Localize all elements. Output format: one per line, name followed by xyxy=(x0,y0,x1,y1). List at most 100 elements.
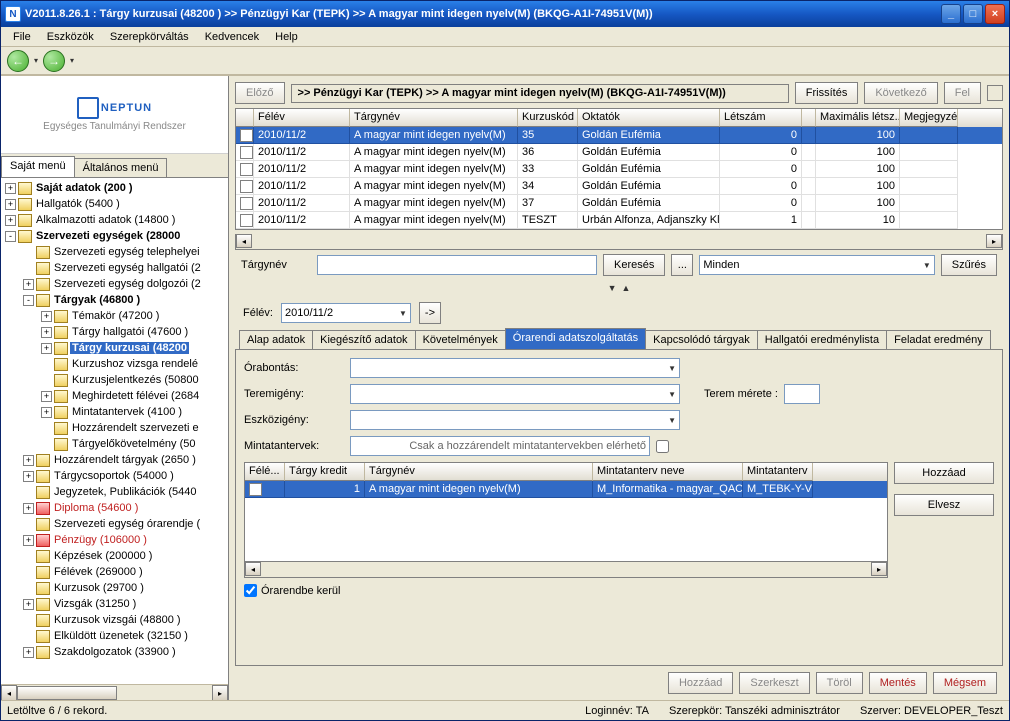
tree-item[interactable]: +Hallgatók (5400 ) xyxy=(1,196,228,212)
tree-item[interactable]: Kurzusjelentkezés (50800 xyxy=(1,372,228,388)
column-header[interactable]: Létszám xyxy=(720,109,802,127)
tab-6[interactable]: Feladat eredmény xyxy=(886,330,991,350)
search-input[interactable] xyxy=(317,255,597,275)
tree-item[interactable]: Félévek (269000 ) xyxy=(1,564,228,580)
tree-item[interactable]: Hozzárendelt szervezeti e xyxy=(1,420,228,436)
column-header[interactable]: Mintatanterv neve xyxy=(593,463,743,481)
tree-item[interactable]: +Szervezeti egység dolgozói (2 xyxy=(1,276,228,292)
nav-forward-button[interactable]: → xyxy=(43,50,65,72)
tree-toggle-icon[interactable]: - xyxy=(23,295,34,306)
tree-toggle-icon[interactable]: + xyxy=(23,647,34,658)
mintatantervek-checkbox[interactable] xyxy=(656,440,669,453)
mintatanterv-grid[interactable]: Félé...Tárgy kreditTárgynévMintatanterv … xyxy=(244,462,888,578)
tree-toggle-icon[interactable]: + xyxy=(41,407,52,418)
tree-item[interactable]: +Tárgy kurzusai (48200 xyxy=(1,340,228,356)
table-row[interactable]: 2010/11/2A magyar mint idegen nyelv(M)33… xyxy=(236,161,1002,178)
filter-button[interactable]: Szűrés xyxy=(941,254,997,276)
tree-item[interactable]: Szervezeti egység hallgatói (2 xyxy=(1,260,228,276)
course-grid[interactable]: FélévTárgynévKurzuskódOktatókLétszám Maxi… xyxy=(235,108,1003,230)
sidebar-hscroll[interactable]: ◂▸ xyxy=(1,684,228,700)
tree-toggle-icon[interactable]: + xyxy=(41,343,52,354)
tree-toggle-icon[interactable]: + xyxy=(5,183,16,194)
table-row[interactable]: 2010/11/2A magyar mint idegen nyelv(M)36… xyxy=(236,144,1002,161)
tree-item[interactable]: +Alkalmazotti adatok (14800 ) xyxy=(1,212,228,228)
up-button[interactable]: Fel xyxy=(944,82,981,104)
tree-toggle-icon[interactable]: + xyxy=(5,199,16,210)
refresh-button[interactable]: Frissítés xyxy=(795,82,859,104)
nav-back-button[interactable]: ← xyxy=(7,50,29,72)
tree-toggle-icon[interactable]: - xyxy=(5,231,16,242)
tree-item[interactable]: +Saját adatok (200 ) xyxy=(1,180,228,196)
column-header[interactable]: Oktatók xyxy=(578,109,720,127)
tree-toggle-icon[interactable]: + xyxy=(23,279,34,290)
menu-file[interactable]: File xyxy=(5,29,39,45)
table-row[interactable]: 2010/11/2A magyar mint idegen nyelv(M)37… xyxy=(236,195,1002,212)
column-header[interactable]: Félév xyxy=(254,109,350,127)
splitter-handle[interactable]: ▼ ▲ xyxy=(229,282,1009,294)
search-button[interactable]: Keresés xyxy=(603,254,665,276)
tree-item[interactable]: +Szakdolgozatok (33900 ) xyxy=(1,644,228,660)
grid-hscroll[interactable]: ◂▸ xyxy=(235,234,1003,250)
tree-item[interactable]: -Szervezeti egységek (28000 xyxy=(1,228,228,244)
tree-toggle-icon[interactable]: + xyxy=(5,215,16,226)
tab-2[interactable]: Követelmények xyxy=(415,330,506,350)
nav-forward-dropdown[interactable]: ▾ xyxy=(67,56,77,65)
footer-add-button[interactable]: Hozzáad xyxy=(668,672,733,694)
footer-edit-button[interactable]: Szerkeszt xyxy=(739,672,809,694)
tree-item[interactable]: +Témakör (47200 ) xyxy=(1,308,228,324)
orarendbe-checkbox[interactable] xyxy=(244,584,257,597)
tree-item[interactable]: +Tárgy hallgatói (47600 ) xyxy=(1,324,228,340)
next-button[interactable]: Következő xyxy=(864,82,937,104)
tree-item[interactable]: Jegyzetek, Publikációk (5440 xyxy=(1,484,228,500)
tree-item[interactable]: Kurzusok (29700 ) xyxy=(1,580,228,596)
eszkozigeny-select[interactable]: ▼ xyxy=(350,410,680,430)
teremigeny-select[interactable]: ▼ xyxy=(350,384,680,404)
column-header[interactable]: Maximális létsz... xyxy=(816,109,900,127)
tree-item[interactable]: +Tárgycsoportok (54000 ) xyxy=(1,468,228,484)
tree-item[interactable]: Elküldött üzenetek (32150 ) xyxy=(1,628,228,644)
column-header[interactable]: Tárgynév xyxy=(350,109,518,127)
remove-button[interactable]: Elvesz xyxy=(894,494,994,516)
orabontas-select[interactable]: ▼ xyxy=(350,358,680,378)
tree-item[interactable]: +Diploma (54600 ) xyxy=(1,500,228,516)
tree-toggle-icon[interactable]: + xyxy=(41,311,52,322)
tree-toggle-icon[interactable]: + xyxy=(23,471,34,482)
terem-merete-input[interactable] xyxy=(784,384,820,404)
add-button[interactable]: Hozzáad xyxy=(894,462,994,484)
menu-eszközök[interactable]: Eszközök xyxy=(39,29,102,45)
footer-cancel-button[interactable]: Mégsem xyxy=(933,672,997,694)
table-row[interactable]: 2010/11/2A magyar mint idegen nyelv(M)34… xyxy=(236,178,1002,195)
close-button[interactable]: × xyxy=(985,4,1005,24)
tree-item[interactable]: Kurzusok vizsgái (48800 ) xyxy=(1,612,228,628)
sidebar-tab-own-menu[interactable]: Saját menü xyxy=(1,156,75,177)
tree-item[interactable]: +Pénzügy (106000 ) xyxy=(1,532,228,548)
nav-back-dropdown[interactable]: ▾ xyxy=(31,56,41,65)
tree-item[interactable]: +Hozzárendelt tárgyak (2650 ) xyxy=(1,452,228,468)
tab-1[interactable]: Kiegészítő adatok xyxy=(312,330,415,350)
tab-4[interactable]: Kapcsolódó tárgyak xyxy=(645,330,758,350)
tree-item[interactable]: +Mintatantervek (4100 ) xyxy=(1,404,228,420)
column-header[interactable]: Kurzuskód xyxy=(518,109,578,127)
filter-select[interactable]: Minden▼ xyxy=(699,255,934,275)
tree-toggle-icon[interactable]: + xyxy=(23,455,34,466)
table-row[interactable]: 2010/11/2A magyar mint idegen nyelv(M)TE… xyxy=(236,212,1002,229)
semester-select[interactable]: 2010/11/2▼ xyxy=(281,303,411,323)
column-header[interactable] xyxy=(236,109,254,127)
tree-item[interactable]: +Meghirdetett félévei (2684 xyxy=(1,388,228,404)
prev-button[interactable]: Előző xyxy=(235,82,285,104)
tree-item[interactable]: Képzések (200000 ) xyxy=(1,548,228,564)
column-header[interactable]: Mintatanterv xyxy=(743,463,813,481)
tab-5[interactable]: Hallgatói eredménylista xyxy=(757,330,887,350)
tree-item[interactable]: -Tárgyak (46800 ) xyxy=(1,292,228,308)
table-row[interactable]: 1A magyar mint idegen nyelv(M)M_Informat… xyxy=(245,481,887,498)
footer-delete-button[interactable]: Töröl xyxy=(816,672,863,694)
menu-help[interactable]: Help xyxy=(267,29,306,45)
pin-icon[interactable] xyxy=(987,85,1003,101)
column-header[interactable]: Tárgynév xyxy=(365,463,593,481)
minimize-button[interactable]: _ xyxy=(941,4,961,24)
sidebar-tab-general-menu[interactable]: Általános menü xyxy=(74,158,168,177)
column-header[interactable]: Tárgy kredit xyxy=(285,463,365,481)
search-more-button[interactable]: ... xyxy=(671,254,693,276)
column-header[interactable]: Félé... xyxy=(245,463,285,481)
tab-3[interactable]: Órarendi adatszolgáltatás xyxy=(505,328,646,350)
